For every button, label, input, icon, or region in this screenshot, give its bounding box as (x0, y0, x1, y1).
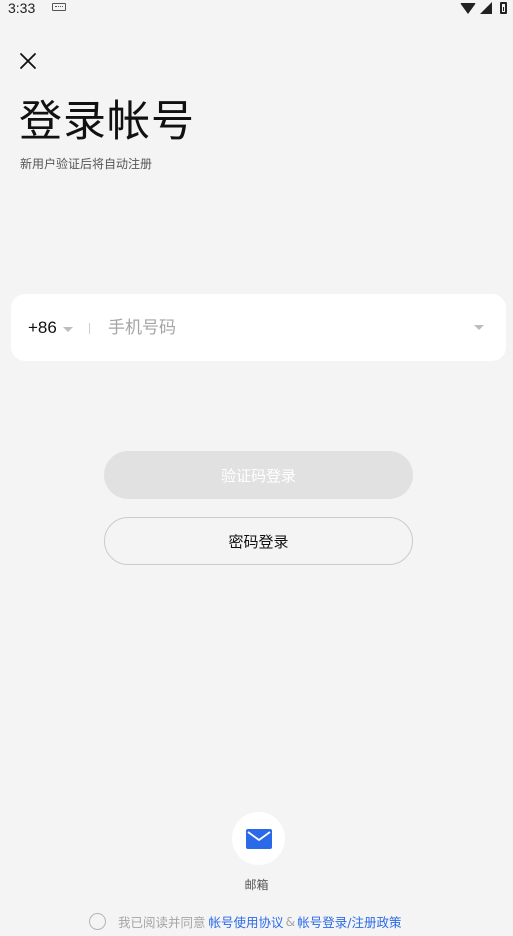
status-bar: 3:33 (0, 0, 513, 20)
history-dropdown-icon[interactable] (474, 325, 484, 330)
signal-icon (480, 2, 492, 14)
email-login-button[interactable] (232, 812, 285, 865)
wifi-icon (460, 2, 476, 14)
chevron-down-icon (62, 326, 73, 332)
agreement-ampersand: & (285, 913, 296, 929)
page-subtitle: 新用户验证后将自动注册 (20, 157, 153, 171)
email-login-label: 邮箱 (244, 878, 269, 892)
divider (89, 323, 90, 334)
agreement-checkbox[interactable] (89, 912, 106, 930)
mail-icon (245, 828, 272, 849)
code-login-button[interactable]: 验证码登录 (104, 451, 413, 499)
battery-icon (500, 2, 507, 14)
country-code-label: +86 (28, 318, 57, 337)
close-icon (20, 53, 36, 69)
phone-input-card: +86 (11, 294, 506, 361)
status-icons (460, 1, 507, 15)
privacy-policy-link[interactable]: 帐号登录/注册政策 (297, 912, 401, 931)
phone-number-input[interactable] (108, 312, 458, 344)
close-button[interactable] (16, 49, 40, 73)
agreement-row: 我已阅读并同意 帐号使用协议 & 帐号登录/注册政策 (89, 910, 402, 932)
status-time: 3:33 (8, 0, 36, 16)
country-code-selector[interactable]: +86 (28, 318, 73, 338)
page-title: 登录帐号 (19, 97, 195, 147)
user-agreement-link[interactable]: 帐号使用协议 (209, 912, 284, 931)
password-login-button[interactable]: 密码登录 (104, 517, 413, 565)
keyboard-icon (52, 3, 66, 11)
agreement-prefix: 我已阅读并同意 (118, 914, 206, 930)
